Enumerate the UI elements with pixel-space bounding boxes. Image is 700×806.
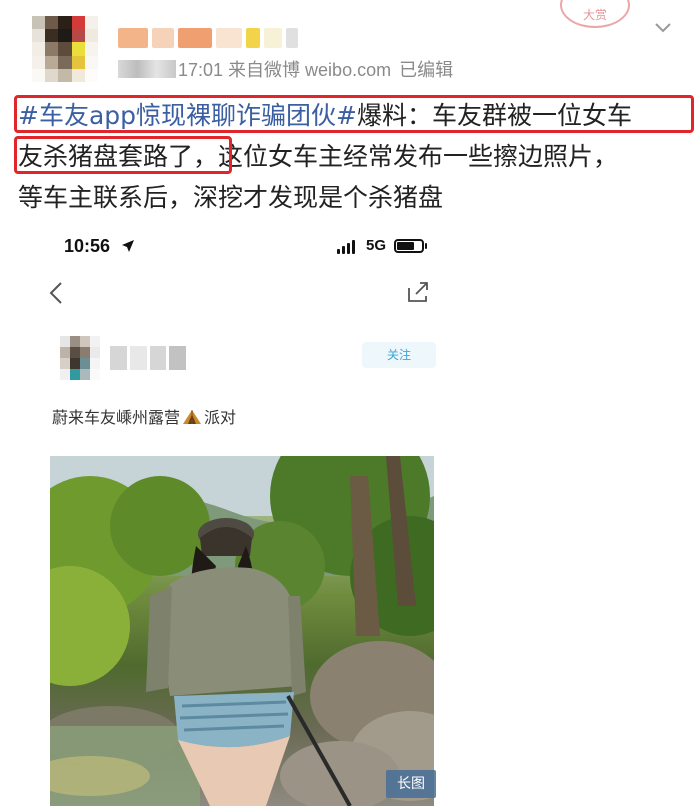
- battery-tip: [425, 243, 427, 249]
- username-blurred[interactable]: [118, 24, 298, 52]
- photo-scene: [50, 456, 434, 806]
- post-caption: 蔚来车友嵊州露营 派对: [52, 408, 237, 427]
- post-photo[interactable]: [50, 456, 434, 806]
- stamp-mark: 大赏: [560, 0, 630, 28]
- post-source: 17:01 来自微博 weibo.com: [178, 60, 392, 80]
- tent-icon: [183, 410, 202, 424]
- back-chevron-icon[interactable]: [46, 280, 66, 306]
- embedded-screenshot[interactable]: 10:56 5G 关注 蔚来车友嵊州露营 派对: [24, 218, 460, 806]
- highlight-box-line-1: [14, 95, 694, 133]
- highlight-box-line-2: [14, 136, 232, 174]
- location-arrow-icon: [122, 240, 134, 252]
- network-label: 5G: [366, 237, 387, 254]
- status-time: 10:56: [64, 236, 111, 256]
- post-line-3: 等车主联系后，深挖才发现是个杀猪盘: [18, 183, 444, 212]
- avatar[interactable]: [32, 16, 98, 82]
- author-name-blurred[interactable]: [110, 346, 186, 370]
- share-icon[interactable]: [406, 280, 430, 304]
- chevron-down-icon[interactable]: [652, 16, 674, 38]
- long-image-badge[interactable]: 长图: [386, 770, 436, 798]
- stamp-text: 大赏: [582, 8, 607, 22]
- edited-label[interactable]: 已编辑: [399, 56, 453, 82]
- timestamp-blurred: [118, 60, 176, 78]
- signal-icon: [337, 238, 355, 254]
- battery-icon: [394, 239, 424, 253]
- author-avatar-blurred[interactable]: [60, 336, 100, 380]
- post-meta: 17:01 来自微博 weibo.com 已编辑: [118, 56, 453, 82]
- follow-button[interactable]: 关注: [362, 342, 436, 368]
